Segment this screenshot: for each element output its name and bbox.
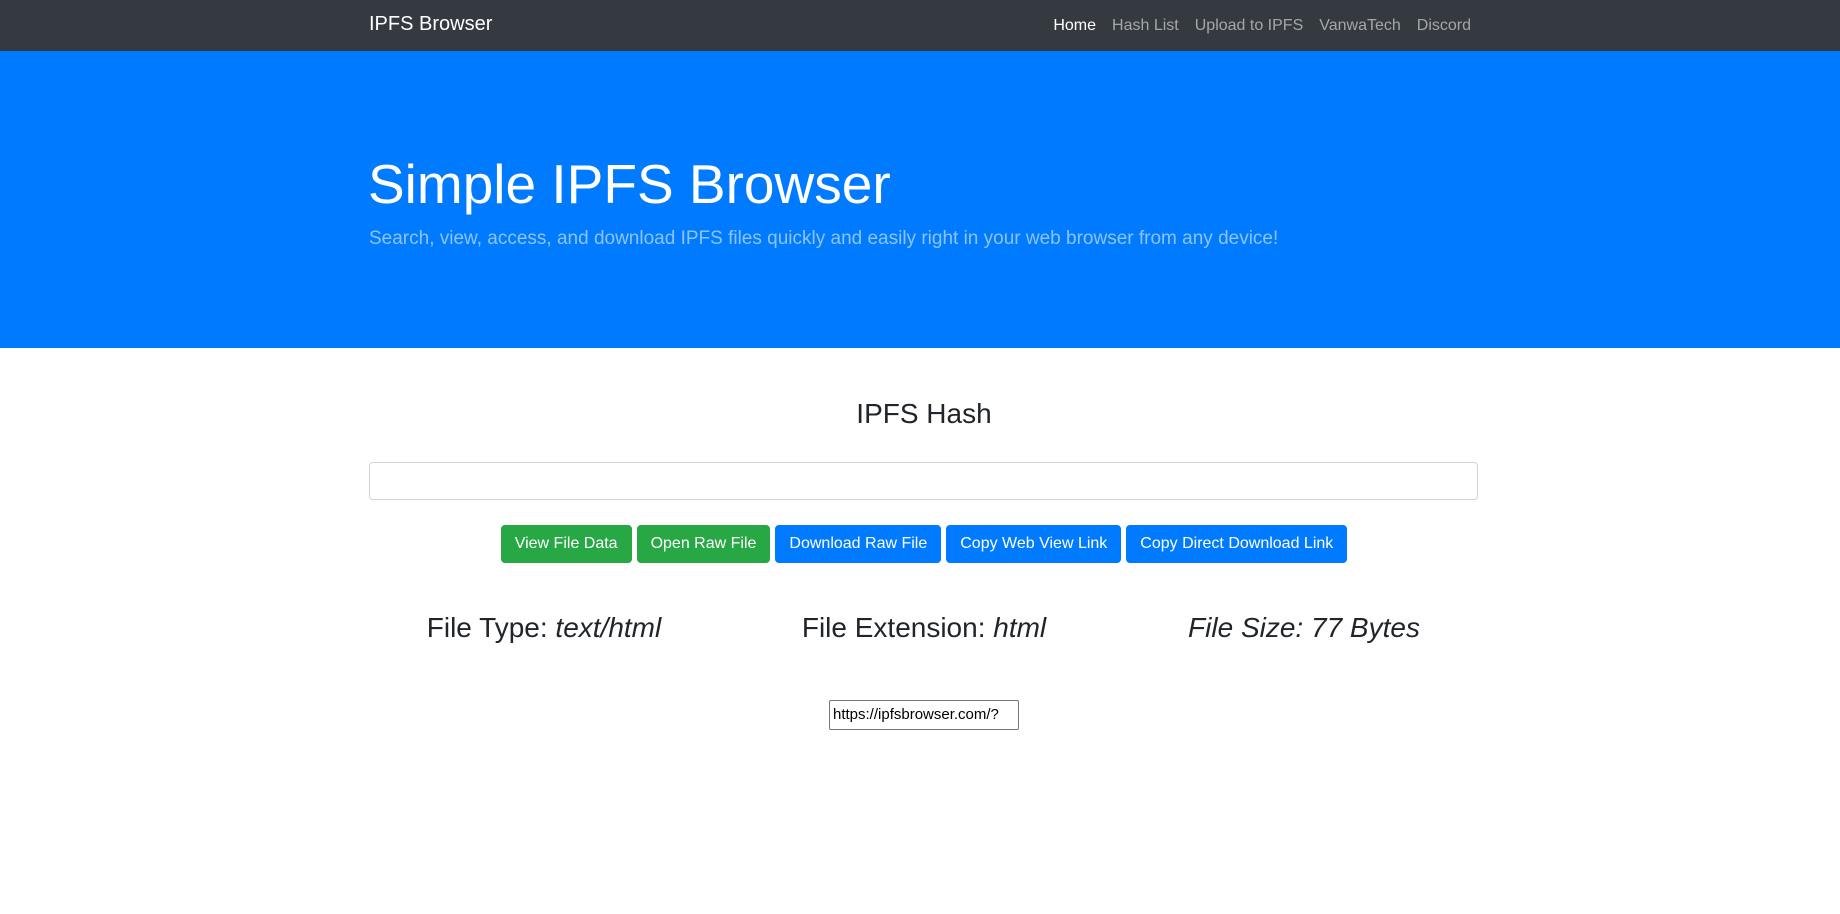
- file-extension: File Extension: html: [802, 610, 1046, 646]
- nav-link-home[interactable]: Home: [1053, 17, 1096, 35]
- section-title: IPFS Hash: [856, 398, 992, 429]
- copy-direct-download-link-button[interactable]: Copy Direct Download Link: [1126, 525, 1348, 563]
- nav-link-hash-list[interactable]: Hash List: [1112, 17, 1179, 35]
- open-raw-file-button[interactable]: Open Raw File: [636, 525, 771, 563]
- nav-link-upload[interactable]: Upload to IPFS: [1195, 17, 1304, 35]
- view-file-data-button[interactable]: View File Data: [500, 525, 632, 563]
- action-buttons: View File Data Open Raw File Download Ra…: [0, 525, 1840, 563]
- file-type-value: text/html: [555, 612, 662, 643]
- file-size: File Size: 77 Bytes: [1188, 610, 1420, 646]
- navbar: IPFS Browser Home Hash List Upload to IP…: [0, 0, 1840, 51]
- copy-web-view-link-button[interactable]: Copy Web View Link: [946, 525, 1122, 563]
- download-raw-file-button[interactable]: Download Raw File: [775, 525, 942, 563]
- nav-links: Home Hash List Upload to IPFS VanwaTech …: [1053, 0, 1471, 51]
- file-size-label: File Size:: [1188, 612, 1311, 643]
- file-type-label: File Type:: [426, 612, 556, 643]
- hero-subtitle: Search, view, access, and download IPFS …: [369, 228, 1279, 249]
- navbar-brand[interactable]: IPFS Browser: [369, 11, 492, 38]
- hero-title: Simple IPFS Browser: [368, 153, 891, 215]
- share-link-field[interactable]: https://ipfsbrowser.com/?: [829, 700, 1019, 730]
- hero-jumbotron: Simple IPFS Browser Search, view, access…: [0, 51, 1840, 348]
- nav-link-discord[interactable]: Discord: [1417, 17, 1471, 35]
- file-size-value: 77 Bytes: [1310, 612, 1420, 643]
- file-extension-value: html: [993, 612, 1047, 643]
- file-info-row: File Type: text/html File Extension: htm…: [0, 610, 1840, 646]
- file-type: File Type: text/html: [427, 610, 661, 646]
- file-extension-label: File Extension:: [801, 612, 994, 643]
- hash-input[interactable]: [369, 462, 1478, 500]
- nav-link-vanwatech[interactable]: VanwaTech: [1319, 17, 1401, 35]
